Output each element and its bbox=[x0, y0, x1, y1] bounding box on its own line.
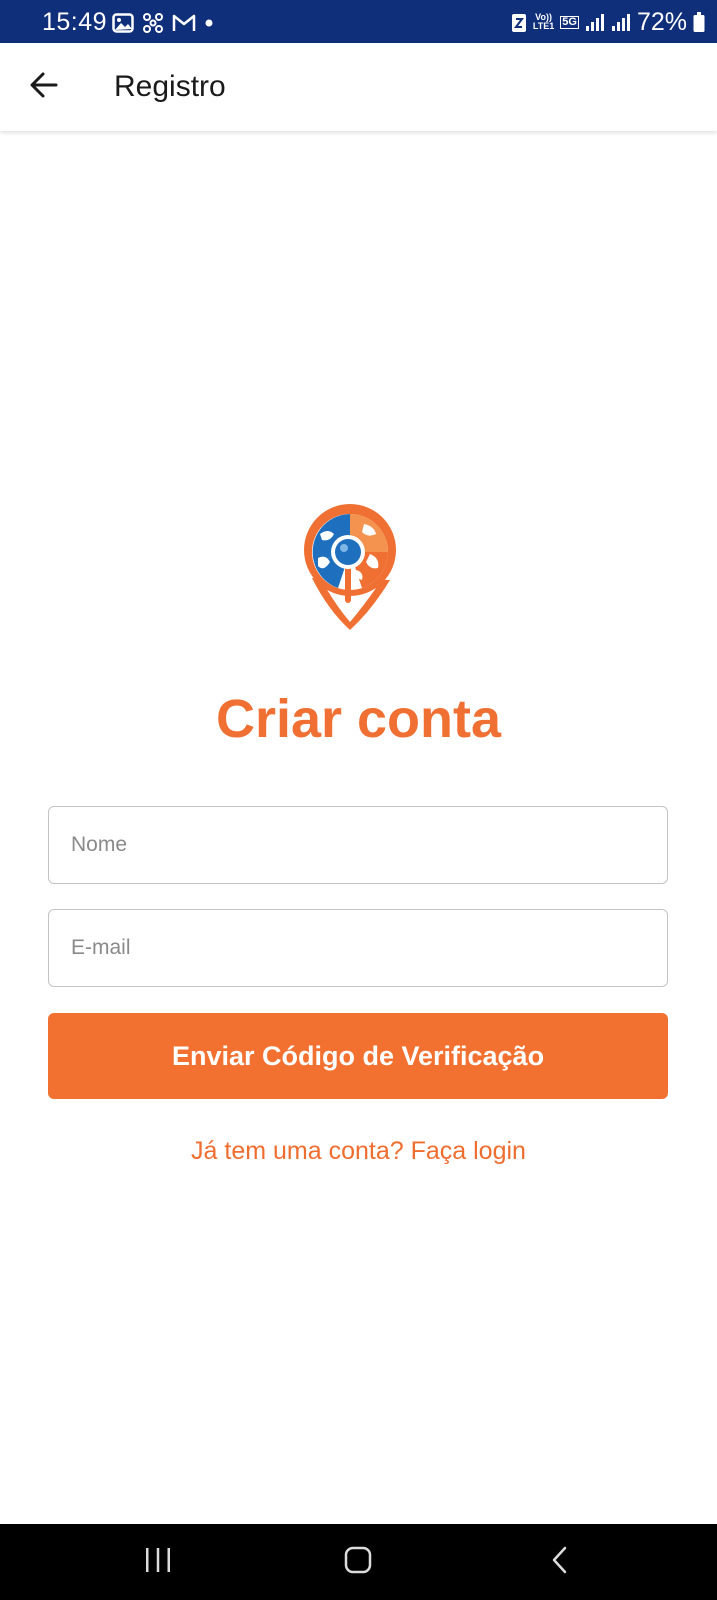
email-field[interactable] bbox=[48, 909, 668, 987]
globe-location-pin-logo bbox=[298, 500, 408, 632]
recents-button[interactable] bbox=[128, 1538, 188, 1586]
name-field[interactable] bbox=[48, 806, 668, 884]
data-saver-icon bbox=[511, 11, 527, 33]
login-link[interactable]: Já tem uma conta? Faça login bbox=[0, 1136, 717, 1166]
volte-label-bottom: LTE1 bbox=[532, 21, 555, 31]
recents-icon bbox=[144, 1547, 172, 1578]
pinwheel-icon bbox=[142, 12, 164, 34]
navigation-bar bbox=[0, 1524, 717, 1600]
signal-icon bbox=[611, 13, 631, 31]
home-button[interactable] bbox=[328, 1538, 388, 1586]
battery-percent: 72% bbox=[636, 8, 687, 36]
system-icons: Vo)) LTE1 5G 72% bbox=[511, 8, 705, 36]
notification-icons bbox=[112, 11, 214, 35]
page-title: Registro bbox=[114, 70, 226, 103]
volte-icon: Vo)) LTE1 bbox=[533, 13, 554, 31]
status-bar: 15:49 Vo)) LTE1 5G 72% bbox=[0, 0, 717, 43]
battery-icon bbox=[693, 12, 705, 32]
signal-icon bbox=[585, 13, 605, 31]
app-bar: Registro bbox=[0, 43, 717, 131]
gmail-icon bbox=[172, 13, 196, 33]
status-time: 15:49 bbox=[42, 8, 108, 36]
page-heading: Criar conta bbox=[215, 689, 502, 749]
gallery-icon bbox=[112, 13, 134, 33]
arrow-back-icon bbox=[29, 71, 59, 104]
system-back-button[interactable] bbox=[530, 1538, 590, 1586]
send-verification-code-button[interactable]: Enviar Código de Verificação bbox=[48, 1013, 668, 1099]
home-icon bbox=[344, 1546, 372, 1579]
back-icon bbox=[550, 1546, 570, 1579]
back-button[interactable] bbox=[22, 65, 66, 109]
5g-icon: 5G bbox=[560, 15, 579, 29]
dot-icon bbox=[204, 18, 214, 28]
